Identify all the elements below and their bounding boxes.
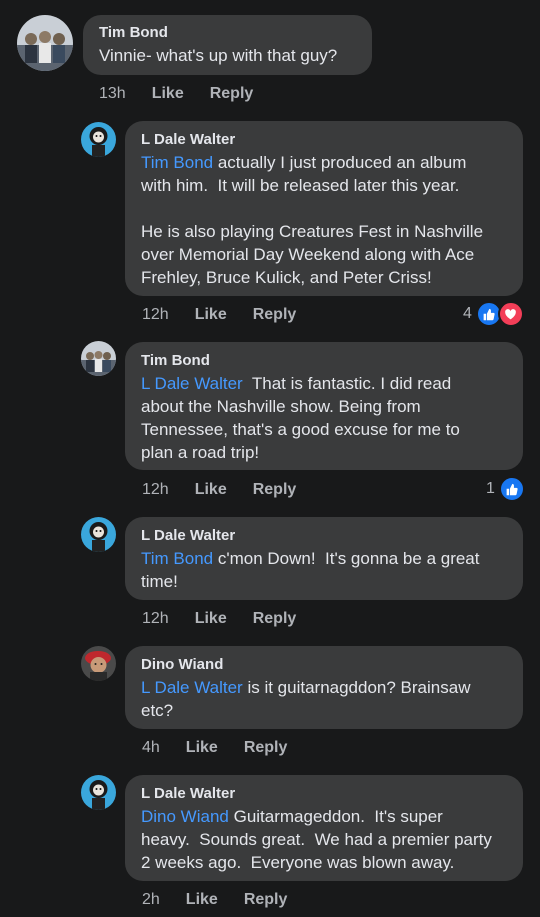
comment-actions: 13h Like Reply [99,84,253,104]
reaction-summary[interactable]: 4 [463,301,524,327]
comment-bubble: L Dale Walter Tim Bond actually I just p… [125,121,523,296]
comment-actions: 12h Like Reply [142,480,296,500]
comment-actions: 2h Like Reply [142,890,287,910]
comment-body: actually I just produced an album with h… [141,153,484,287]
avatar[interactable] [81,775,116,810]
mention-link[interactable]: Tim Bond [141,153,213,172]
reaction-count: 1 [486,480,495,497]
comment-bubble: L Dale Walter Dino Wiand Guitarmageddon.… [125,775,523,881]
reply-button[interactable]: Reply [253,610,297,628]
comment-text: Tim Bond c'mon Down! It's gonna be a gre… [141,547,507,593]
comment-author[interactable]: Tim Bond [99,22,356,44]
comment-actions: 12h Like Reply [142,609,296,629]
comment-timestamp[interactable]: 13h [99,85,126,103]
comment-author[interactable]: L Dale Walter [141,129,507,151]
avatar[interactable] [81,341,116,376]
reply-button[interactable]: Reply [253,306,297,324]
comment-bubble: Dino Wiand L Dale Walter is it guitarnag… [125,646,523,729]
avatar[interactable] [81,122,116,157]
comment-text: Vinnie- what's up with that guy? [99,46,338,65]
comment-timestamp[interactable]: 12h [142,481,169,499]
comment-text: Tim Bond actually I just produced an alb… [141,151,507,289]
comment-bubble: Tim Bond L Dale Walter That is fantastic… [125,342,523,470]
comment-text: L Dale Walter That is fantastic. I did r… [141,372,507,464]
avatar[interactable] [81,517,116,552]
comment-author[interactable]: Tim Bond [141,350,507,372]
avatar[interactable] [17,15,73,71]
comment-author[interactable]: L Dale Walter [141,525,507,547]
mention-link[interactable]: L Dale Walter [141,374,243,393]
comment-actions: 12h Like Reply [142,305,296,325]
like-button[interactable]: Like [195,481,227,499]
comment-bubble: L Dale Walter Tim Bond c'mon Down! It's … [125,517,523,600]
like-button[interactable]: Like [186,739,218,757]
love-reaction-icon [497,301,524,327]
reply-button[interactable]: Reply [210,85,254,103]
mention-link[interactable]: Dino Wiand [141,807,229,826]
comment-timestamp[interactable]: 12h [142,306,169,324]
reply-button[interactable]: Reply [244,891,288,909]
reaction-summary[interactable]: 1 [486,476,525,502]
avatar[interactable] [81,646,116,681]
like-button[interactable]: Like [195,306,227,324]
reaction-count: 4 [463,305,472,322]
mention-link[interactable]: L Dale Walter [141,678,243,697]
comment-text: L Dale Walter is it guitarnagddon? Brain… [141,676,507,722]
comment-timestamp[interactable]: 2h [142,891,160,909]
comment-text: Dino Wiand Guitarmageddon. It's super he… [141,805,507,874]
comment-timestamp[interactable]: 4h [142,739,160,757]
reply-button[interactable]: Reply [244,739,288,757]
comment-actions: 4h Like Reply [142,738,287,758]
mention-link[interactable]: Tim Bond [141,549,213,568]
reply-button[interactable]: Reply [253,481,297,499]
like-button[interactable]: Like [186,891,218,909]
like-button[interactable]: Like [195,610,227,628]
comment-author[interactable]: Dino Wiand [141,654,507,676]
comment-author[interactable]: L Dale Walter [141,783,507,805]
like-reaction-icon [498,476,525,502]
comment-timestamp[interactable]: 12h [142,610,169,628]
like-button[interactable]: Like [152,85,184,103]
comment-bubble: Tim Bond Vinnie- what's up with that guy… [83,15,372,75]
